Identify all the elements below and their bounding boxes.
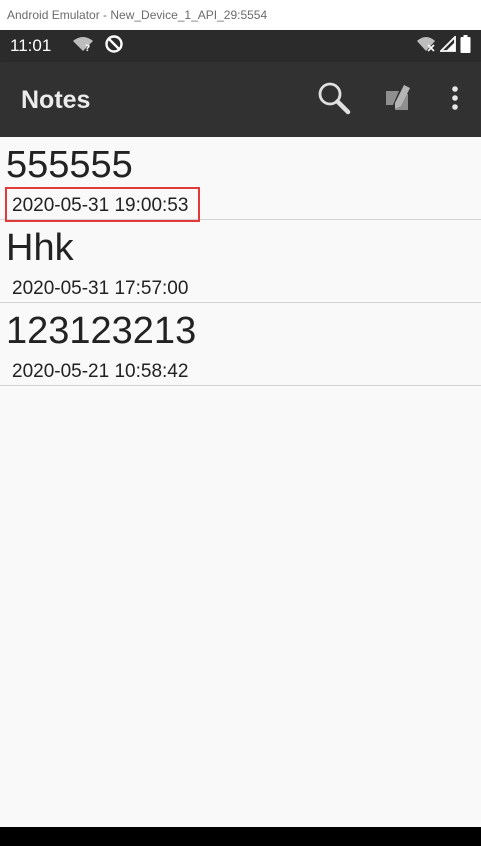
note-item[interactable]: Hhk 2020-05-31 17:57:00: [0, 220, 481, 303]
navigation-bar: [0, 827, 481, 846]
app-title: Notes: [21, 86, 91, 114]
search-button[interactable]: [314, 82, 354, 118]
note-title: 555555: [6, 144, 133, 186]
new-note-icon: [383, 83, 413, 118]
note-title: Hhk: [6, 227, 74, 269]
new-note-button[interactable]: [378, 82, 418, 118]
more-options-button[interactable]: [440, 82, 470, 118]
svg-text:?: ?: [85, 44, 90, 52]
note-title: 123123213: [6, 310, 197, 352]
search-icon: [317, 81, 351, 120]
sync-disabled-icon: [104, 34, 124, 59]
notes-list: 555555 2020-05-31 19:00:53 Hhk 2020-05-3…: [0, 137, 481, 827]
wifi-off-icon: [416, 36, 436, 57]
battery-icon: [460, 34, 471, 58]
status-bar: 11:01 ?: [0, 30, 481, 62]
note-date: 2020-05-21 10:58:42: [12, 361, 189, 382]
status-right-icons: [416, 34, 471, 58]
app-bar: Notes: [0, 62, 481, 137]
note-date: 2020-05-31 17:57:00: [12, 278, 189, 299]
status-left-icons: ?: [72, 34, 124, 57]
note-date: 2020-05-31 19:00:53: [12, 195, 189, 216]
more-options-icon: [451, 85, 459, 116]
wifi-unknown-icon: ?: [72, 36, 94, 57]
note-item[interactable]: 555555 2020-05-31 19:00:53: [0, 137, 481, 222]
emulator-window-title: Android Emulator - New_Device_1_API_29:5…: [0, 0, 481, 30]
note-item[interactable]: 123123213 2020-05-21 10:58:42: [0, 303, 481, 386]
signal-icon: [438, 34, 456, 57]
status-time: 11:01: [10, 36, 52, 55]
